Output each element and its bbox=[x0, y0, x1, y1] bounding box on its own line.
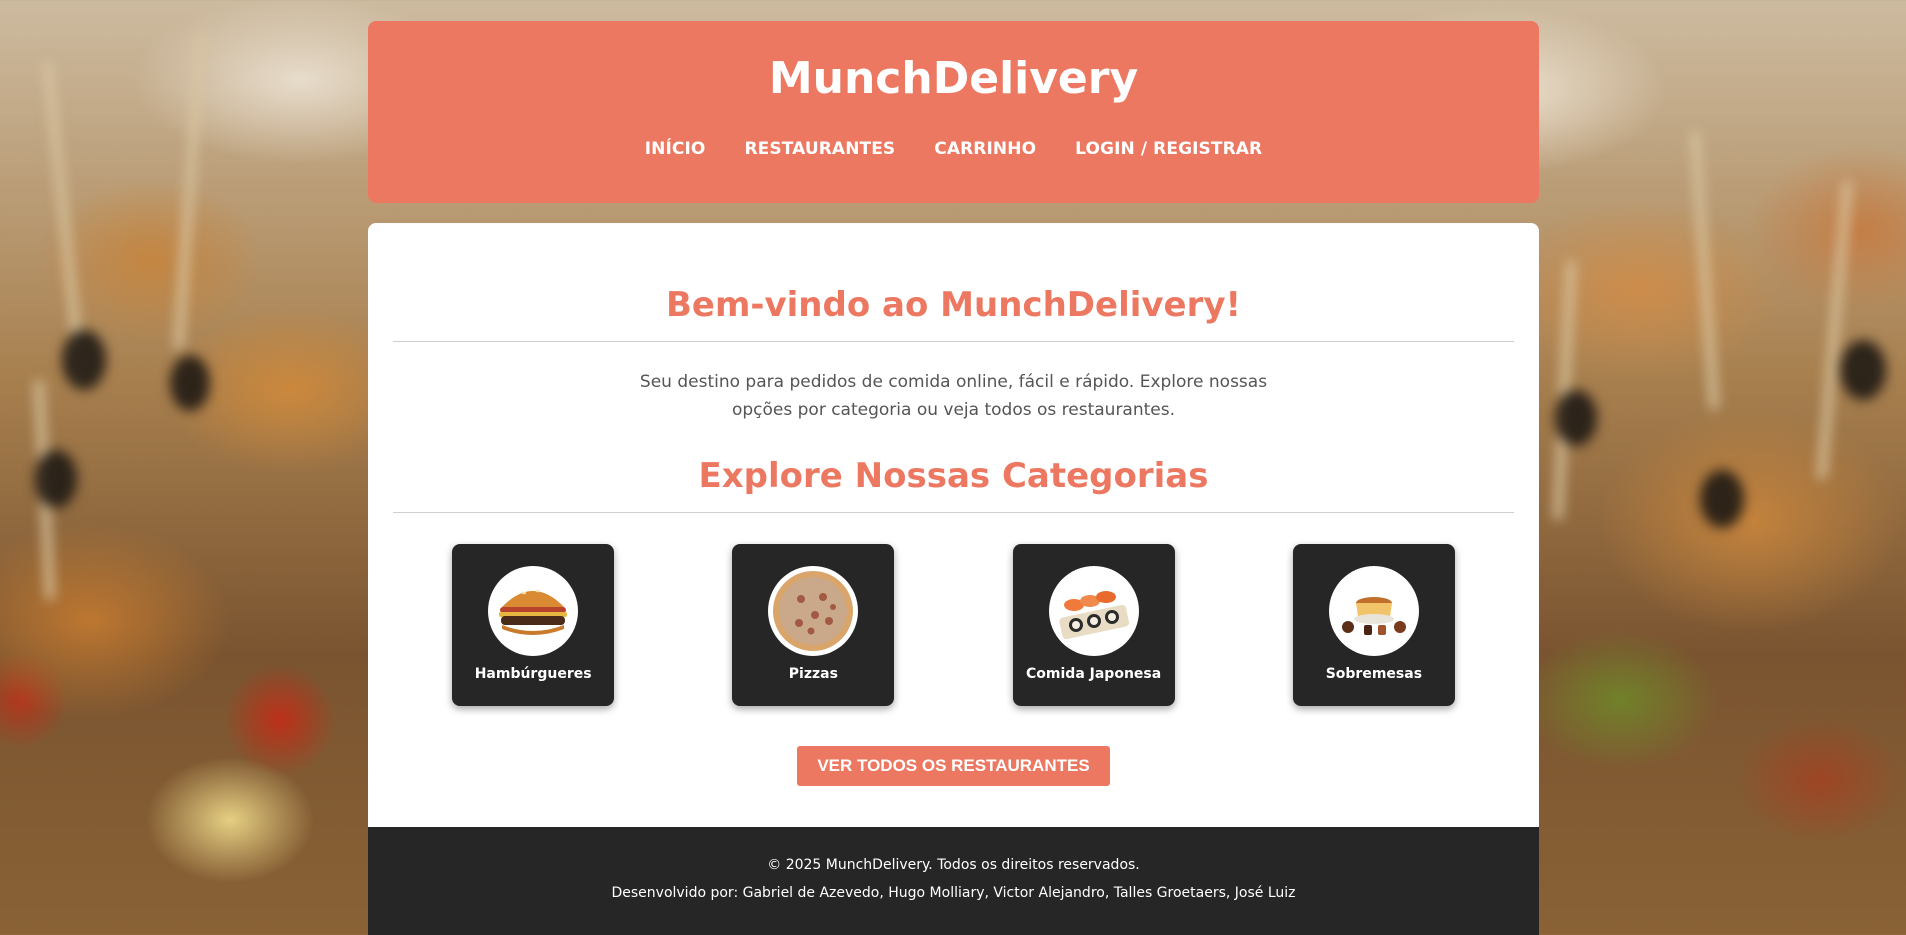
site-header: MunchDelivery INÍCIO RESTAURANTES CARRIN… bbox=[368, 21, 1539, 203]
category-label: Hambúrgueres bbox=[474, 666, 592, 682]
burger-icon bbox=[488, 566, 579, 656]
category-label: Sobremesas bbox=[1325, 666, 1423, 682]
nav-carrinho[interactable]: CARRINHO bbox=[934, 139, 1036, 159]
page-container: MunchDelivery INÍCIO RESTAURANTES CARRIN… bbox=[368, 21, 1539, 935]
category-card-comida-japonesa[interactable]: Comida Japonesa bbox=[1012, 544, 1175, 706]
nav-restaurantes[interactable]: RESTAURANTES bbox=[744, 139, 895, 159]
intro-text: Seu destino para pedidos de comida onlin… bbox=[639, 372, 1268, 420]
main-nav: INÍCIO RESTAURANTES CARRINHO LOGIN / REG… bbox=[368, 139, 1539, 159]
credits-text: Desenvolvido por: Gabriel de Azevedo, Hu… bbox=[611, 885, 1296, 901]
view-all-restaurants-button[interactable]: VER TODOS OS RESTAURANTES bbox=[797, 746, 1110, 786]
categories-title: Explore Nossas Categorias bbox=[393, 424, 1514, 513]
nav-inicio[interactable]: INÍCIO bbox=[645, 139, 706, 159]
main-content: Bem-vindo ao MunchDelivery! Seu destino … bbox=[368, 223, 1539, 827]
category-list: Hambúrgueres Pizzas Comida Japonesa Sobr… bbox=[393, 544, 1514, 706]
brand-logo[interactable]: MunchDelivery bbox=[368, 21, 1539, 139]
pizza-icon bbox=[768, 566, 859, 656]
sushi-icon bbox=[1048, 566, 1139, 656]
site-footer: © 2025 MunchDelivery. Todos os direitos … bbox=[368, 827, 1539, 935]
category-card-hamburgueres[interactable]: Hambúrgueres bbox=[452, 544, 615, 706]
category-label: Pizzas bbox=[788, 666, 838, 682]
category-label: Comida Japonesa bbox=[1026, 666, 1162, 682]
welcome-title: Bem-vindo ao MunchDelivery! bbox=[393, 223, 1514, 342]
dessert-icon bbox=[1328, 566, 1419, 656]
category-card-sobremesas[interactable]: Sobremesas bbox=[1292, 544, 1455, 706]
nav-login-registrar[interactable]: LOGIN / REGISTRAR bbox=[1075, 139, 1262, 159]
copyright-text: © 2025 MunchDelivery. Todos os direitos … bbox=[767, 857, 1140, 873]
category-card-pizzas[interactable]: Pizzas bbox=[732, 544, 895, 706]
